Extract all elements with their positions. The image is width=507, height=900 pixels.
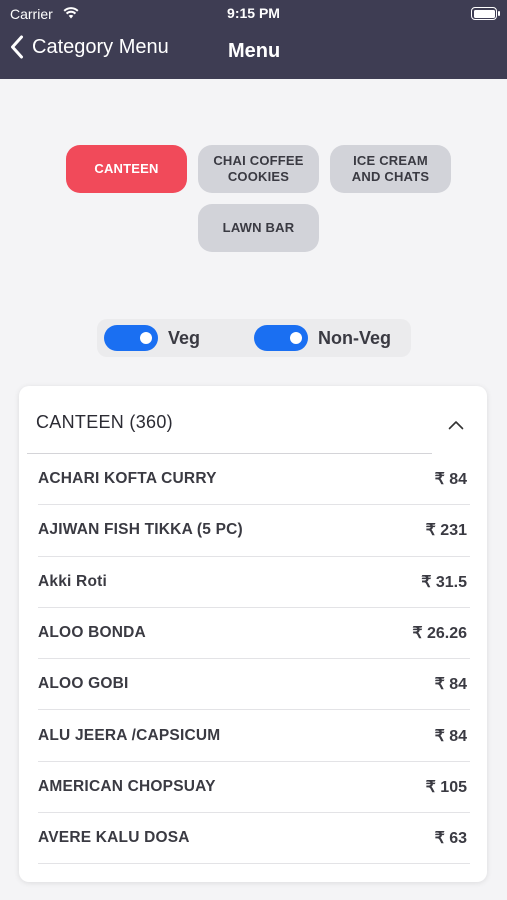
item-name: AVERE KALU DOSA <box>38 829 190 847</box>
list-item[interactable]: AMERICAN CHOPSUAY ₹ 105 <box>38 762 470 814</box>
category-label: CANTEEN <box>94 161 159 176</box>
list-item[interactable]: AVERE KALU DOSA ₹ 63 <box>38 813 470 865</box>
item-price: ₹ 26.26 <box>412 625 467 643</box>
veg-toggle[interactable]: Veg <box>104 325 200 351</box>
item-list: ACHARI KOFTA CURRY ₹ 84 AJIWAN FISH TIKKA… <box>38 454 470 865</box>
navigation-header: Carrier 9:15 PM Category Menu Menu <box>0 0 507 79</box>
list-item[interactable]: ACHARI KOFTA CURRY ₹ 84 <box>38 454 470 506</box>
list-item[interactable]: ALU JEERA /CAPSICUM ₹ 84 <box>38 710 470 762</box>
category-chip-ice-cream-and-chats[interactable]: ICE CREAM AND CHATS <box>330 145 451 193</box>
status-bar: Carrier 9:15 PM <box>0 0 507 28</box>
category-chip-canteen[interactable]: CANTEEN <box>66 145 187 193</box>
back-label: Category Menu <box>32 35 169 58</box>
item-price: ₹ 105 <box>425 778 467 796</box>
diet-filter-bar: Veg Non-Veg <box>97 319 411 357</box>
item-name: AMERICAN CHOPSUAY <box>38 777 216 795</box>
category-chip-chai-coffee-cookies[interactable]: CHAI COFFEE COOKIES <box>198 145 319 193</box>
page-title: Menu <box>228 40 281 62</box>
category-chip-lawn-bar[interactable]: LAWN BAR <box>198 204 319 252</box>
section-title: CANTEEN (360) <box>36 412 173 432</box>
item-name: ACHARI KOFTA CURRY <box>38 470 217 488</box>
list-item[interactable]: AJIWAN FISH TIKKA (5 PC) ₹ 231 <box>38 505 470 557</box>
list-item[interactable]: ALOO BONDA ₹ 26.26 <box>38 608 470 660</box>
veg-switch[interactable] <box>104 325 158 351</box>
nonveg-label: Non-Veg <box>318 327 392 348</box>
item-price: ₹ 31.5 <box>421 573 467 591</box>
list-item[interactable]: Akki Roti ₹ 31.5 <box>38 557 470 608</box>
item-price: ₹ 84 <box>434 676 467 694</box>
nonveg-switch[interactable] <box>254 325 308 351</box>
menu-items-card: CANTEEN (360) ACHARI KOFTA CURRY ₹ 84 AJI… <box>19 386 487 882</box>
item-name: ALOO GOBI <box>38 675 129 693</box>
item-name: Akki Roti <box>38 572 107 590</box>
chevron-left-icon <box>10 35 24 59</box>
chevron-up-icon[interactable] <box>448 417 464 435</box>
veg-label: Veg <box>168 327 201 348</box>
category-label: ICE CREAM AND CHATS <box>351 153 430 184</box>
item-price: ₹ 84 <box>434 727 467 745</box>
item-price: ₹ 231 <box>425 522 467 540</box>
section-header[interactable]: CANTEEN (360) <box>19 386 487 454</box>
list-item[interactable]: ALOO GOBI ₹ 84 <box>38 659 470 711</box>
back-button[interactable]: Category Menu <box>10 35 169 59</box>
item-name: ALOO BONDA <box>38 624 146 642</box>
category-label: LAWN BAR <box>222 220 295 235</box>
item-price: ₹ 63 <box>434 830 467 848</box>
nonveg-toggle[interactable]: Non-Veg <box>254 325 391 351</box>
item-price: ₹ 84 <box>434 471 467 489</box>
item-name: AJIWAN FISH TIKKA (5 PC) <box>38 521 243 539</box>
clock: 9:15 PM <box>227 5 280 21</box>
item-name: ALU JEERA /CAPSICUM <box>38 726 221 744</box>
battery-icon <box>471 7 500 20</box>
category-label: CHAI COFFEE COOKIES <box>213 153 304 184</box>
